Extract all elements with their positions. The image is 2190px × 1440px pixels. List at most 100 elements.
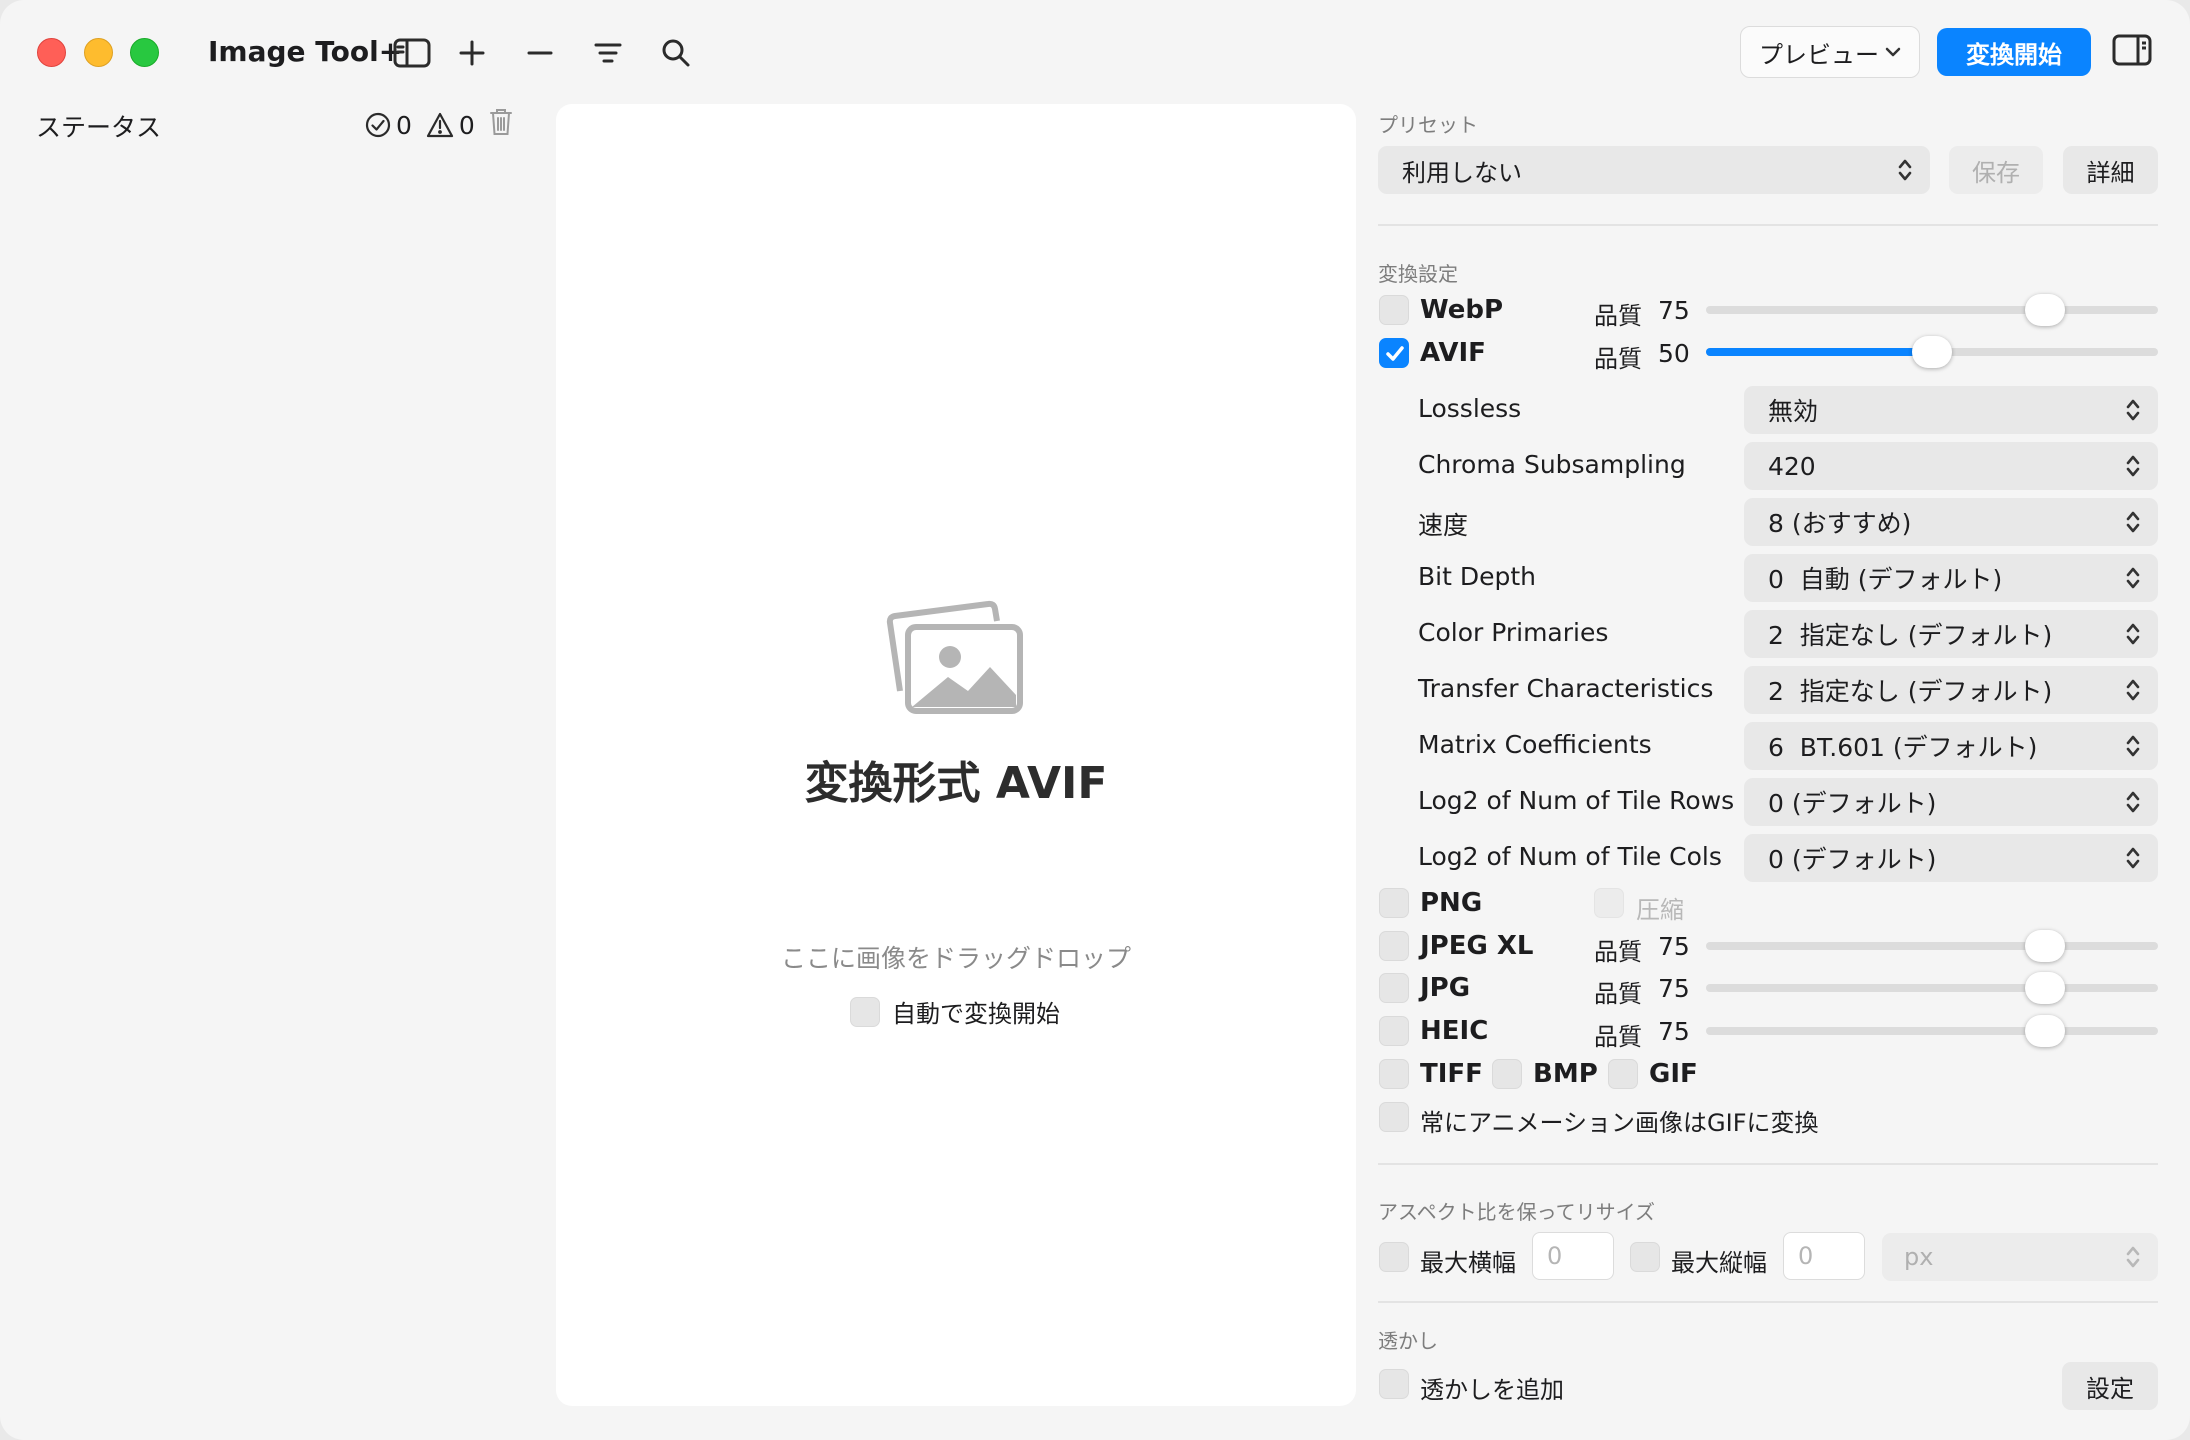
animation-gif-checkbox[interactable] — [1379, 1102, 1409, 1132]
chevron-down-icon — [1885, 47, 1901, 57]
zoom-window-button[interactable] — [130, 38, 159, 67]
avif-option-select[interactable]: 420 — [1744, 442, 2158, 490]
png-compress-label: 圧縮 — [1636, 896, 1684, 924]
webp-checkbox[interactable] — [1379, 295, 1409, 325]
minimize-window-button[interactable] — [84, 38, 113, 67]
add-icon[interactable] — [450, 33, 494, 73]
updown-chevron-icon — [2126, 734, 2140, 758]
jpegxl-checkbox[interactable] — [1379, 931, 1409, 961]
webp-quality-value: 75 — [1658, 296, 1690, 325]
app-window: Image Tool+ プレビュー 変換開始 ステータス 0 0 変換形式 AV… — [0, 0, 2190, 1440]
webp-quality-label: 品質 — [1594, 302, 1642, 330]
auto-start-option[interactable]: 自動で変換開始 — [850, 994, 1060, 1029]
updown-chevron-icon — [2126, 510, 2140, 534]
avif-option-value: 6 BT.601 (デフォルト) — [1768, 733, 2038, 762]
avif-quality-slider[interactable] — [1706, 336, 2158, 368]
preset-select-value: 利用しない — [1402, 158, 1522, 187]
avif-option-label: Color Primaries — [1418, 618, 1609, 647]
avif-option-value: 0 自動 (デフォルト) — [1768, 565, 2003, 594]
avif-option-label: Log2 of Num of Tile Cols — [1418, 842, 1722, 871]
max-width-input[interactable]: 0 — [1532, 1232, 1614, 1280]
gif-checkbox[interactable] — [1608, 1059, 1638, 1089]
png-label: PNG — [1420, 888, 1483, 918]
heic-checkbox[interactable] — [1379, 1016, 1409, 1046]
convert-start-button[interactable]: 変換開始 — [1937, 28, 2091, 76]
max-width-checkbox[interactable] — [1379, 1242, 1409, 1272]
jpg-quality-value: 75 — [1658, 974, 1690, 1003]
tiff-label: TIFF — [1420, 1059, 1483, 1089]
close-window-button[interactable] — [37, 38, 66, 67]
resize-section-label: アスペクト比を保ってリサイズ — [1378, 1200, 1655, 1224]
avif-option-value: 8 (おすすめ) — [1768, 509, 1912, 538]
avif-option-select[interactable]: 2 指定なし (デフォルト) — [1744, 610, 2158, 658]
image-drop-area[interactable]: 変換形式 AVIF ここに画像をドラッグドロップ 自動で変換開始 — [556, 104, 1356, 1406]
filter-icon[interactable] — [586, 33, 630, 73]
watermark-settings-button[interactable]: 設定 — [2062, 1362, 2158, 1410]
jpegxl-label: JPEG XL — [1420, 931, 1534, 961]
avif-option-value: 420 — [1768, 451, 1816, 481]
status-counts: 0 0 — [365, 108, 513, 142]
max-height-input[interactable]: 0 — [1783, 1232, 1865, 1280]
avif-option-select[interactable]: 6 BT.601 (デフォルト) — [1744, 722, 2158, 770]
avif-option-select[interactable]: 2 指定なし (デフォルト) — [1744, 666, 2158, 714]
resize-unit-select[interactable]: px — [1882, 1233, 2158, 1281]
inspector-toggle-icon[interactable] — [2112, 34, 2152, 70]
heic-quality-value: 75 — [1658, 1017, 1690, 1046]
resize-unit-value: px — [1904, 1243, 1934, 1271]
avif-option-label: Matrix Coefficients — [1418, 730, 1652, 759]
avif-option-select[interactable]: 8 (おすすめ) — [1744, 498, 2158, 546]
bmp-label: BMP — [1533, 1059, 1598, 1089]
bmp-checkbox[interactable] — [1492, 1059, 1522, 1089]
warning-count: 0 — [426, 111, 475, 140]
divider — [1378, 224, 2158, 226]
webp-label: WebP — [1420, 295, 1504, 325]
conversion-section-label: 変換設定 — [1378, 262, 1458, 286]
updown-chevron-icon — [1898, 158, 1912, 182]
preset-details-button[interactable]: 詳細 — [2063, 146, 2158, 194]
avif-option-select[interactable]: 0 (デフォルト) — [1744, 834, 2158, 882]
slider-knob[interactable] — [2025, 930, 2065, 962]
preview-button-label: プレビュー — [1759, 40, 1879, 69]
warning-triangle-icon — [426, 112, 454, 138]
heic-quality-label: 品質 — [1594, 1023, 1642, 1051]
auto-start-checkbox[interactable] — [850, 996, 880, 1027]
slider-knob[interactable] — [2025, 972, 2065, 1004]
slider-knob[interactable] — [2025, 294, 2065, 326]
preset-select[interactable]: 利用しない — [1378, 146, 1930, 194]
avif-checkbox[interactable] — [1379, 338, 1409, 368]
checkmark-circle-icon — [365, 112, 391, 138]
avif-option-select[interactable]: 無効 — [1744, 386, 2158, 434]
jpg-quality-slider[interactable] — [1706, 972, 2158, 1004]
avif-option-label: Bit Depth — [1418, 562, 1536, 591]
preview-button[interactable]: プレビュー — [1740, 26, 1920, 78]
slider-knob[interactable] — [2025, 1015, 2065, 1047]
max-width-label: 最大横幅 — [1420, 1249, 1516, 1277]
jpegxl-quality-slider[interactable] — [1706, 930, 2158, 962]
jpegxl-quality-label: 品質 — [1594, 938, 1642, 966]
trash-icon[interactable] — [489, 108, 513, 142]
drop-hint: ここに画像をドラッグドロップ — [780, 944, 1131, 973]
add-watermark-checkbox[interactable] — [1379, 1369, 1409, 1399]
preset-save-button[interactable]: 保存 — [1949, 146, 2043, 194]
max-height-checkbox[interactable] — [1630, 1242, 1660, 1272]
preset-section-label: プリセット — [1378, 113, 1478, 137]
max-height-label: 最大縦幅 — [1671, 1249, 1767, 1277]
slider-fill — [1706, 348, 1932, 356]
png-compress-checkbox[interactable] — [1594, 888, 1624, 918]
slider-knob[interactable] — [1912, 336, 1952, 368]
png-checkbox[interactable] — [1379, 888, 1409, 918]
jpg-checkbox[interactable] — [1379, 973, 1409, 1003]
tiff-checkbox[interactable] — [1379, 1059, 1409, 1089]
gif-label: GIF — [1649, 1059, 1698, 1089]
target-format-title: 変換形式 AVIF — [804, 758, 1108, 809]
photo-stack-icon — [886, 599, 1026, 723]
search-icon[interactable] — [654, 33, 698, 73]
heic-quality-slider[interactable] — [1706, 1015, 2158, 1047]
webp-quality-slider[interactable] — [1706, 294, 2158, 326]
avif-option-select[interactable]: 0 自動 (デフォルト) — [1744, 554, 2158, 602]
success-count-value: 0 — [396, 110, 412, 140]
remove-icon[interactable] — [518, 33, 562, 73]
warning-count-value: 0 — [458, 110, 475, 140]
avif-option-select[interactable]: 0 (デフォルト) — [1744, 778, 2158, 826]
sidebar-toggle-icon[interactable] — [390, 33, 434, 73]
